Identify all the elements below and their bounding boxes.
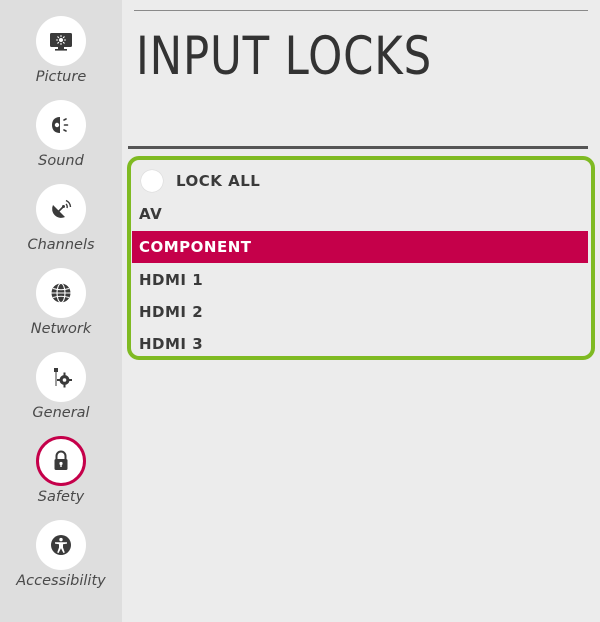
sidebar-item-label: Sound (38, 153, 84, 169)
title-divider (128, 146, 588, 149)
input-item-label: HDMI 3 (139, 335, 204, 353)
sidebar-item-network[interactable]: Network (0, 268, 122, 352)
input-item-hdmi-2[interactable]: HDMI 2 (132, 296, 588, 328)
input-item-av[interactable]: AV (132, 198, 588, 230)
lock-all-checkbox[interactable] (141, 170, 163, 192)
lock-icon (54, 450, 68, 470)
channels-icon (52, 199, 72, 218)
channels-icon-circle (36, 184, 86, 234)
input-item-hdmi-1[interactable]: HDMI 1 (132, 264, 588, 296)
sound-icon-circle (36, 100, 86, 150)
top-divider (134, 10, 588, 11)
network-icon-circle (36, 268, 86, 318)
sidebar-item-picture[interactable]: Picture (0, 16, 122, 100)
sidebar-item-sound[interactable]: Sound (0, 100, 122, 184)
accessibility-icon (51, 535, 71, 555)
sound-icon (52, 117, 69, 133)
sidebar-item-label: General (32, 405, 90, 421)
network-icon (51, 282, 71, 304)
accessibility-icon-circle (36, 520, 86, 570)
input-item-component[interactable]: COMPONENT (132, 231, 588, 263)
general-icon-circle (36, 352, 86, 402)
input-item-label: HDMI 1 (139, 271, 204, 289)
input-item-label: HDMI 2 (139, 303, 204, 321)
picture-icon-circle (36, 16, 86, 66)
sidebar-item-general[interactable]: General (0, 352, 122, 436)
sidebar-item-label: Picture (35, 69, 87, 85)
sidebar-item-channels[interactable]: Channels (0, 184, 122, 268)
sidebar-item-label: Accessibility (16, 573, 106, 589)
lock-all-label: LOCK ALL (176, 172, 261, 190)
input-item-hdmi-3[interactable]: HDMI 3 (132, 328, 588, 360)
input-item-label: COMPONENT (139, 238, 252, 256)
sidebar-item-label: Safety (37, 489, 85, 505)
sidebar-item-label: Network (30, 321, 92, 337)
sidebar-item-safety[interactable]: Safety (0, 436, 122, 520)
settings-sidebar: Picture Sound Channels Network General S… (0, 0, 122, 622)
input-locks-page: INPUT LOCKS LOCK ALL AV COMPONENT HDMI 1… (122, 0, 600, 622)
input-item-label: AV (139, 205, 163, 223)
lock-all-toggle[interactable]: LOCK ALL (141, 168, 260, 194)
general-icon (54, 368, 72, 388)
sidebar-item-label: Channels (27, 237, 95, 253)
lock-icon-circle (36, 436, 86, 486)
input-lock-list: LOCK ALL AV COMPONENT HDMI 1 HDMI 2 HDMI… (127, 156, 595, 360)
page-title: INPUT LOCKS (136, 26, 433, 87)
sidebar-item-accessibility[interactable]: Accessibility (0, 520, 122, 604)
picture-icon (50, 33, 72, 51)
